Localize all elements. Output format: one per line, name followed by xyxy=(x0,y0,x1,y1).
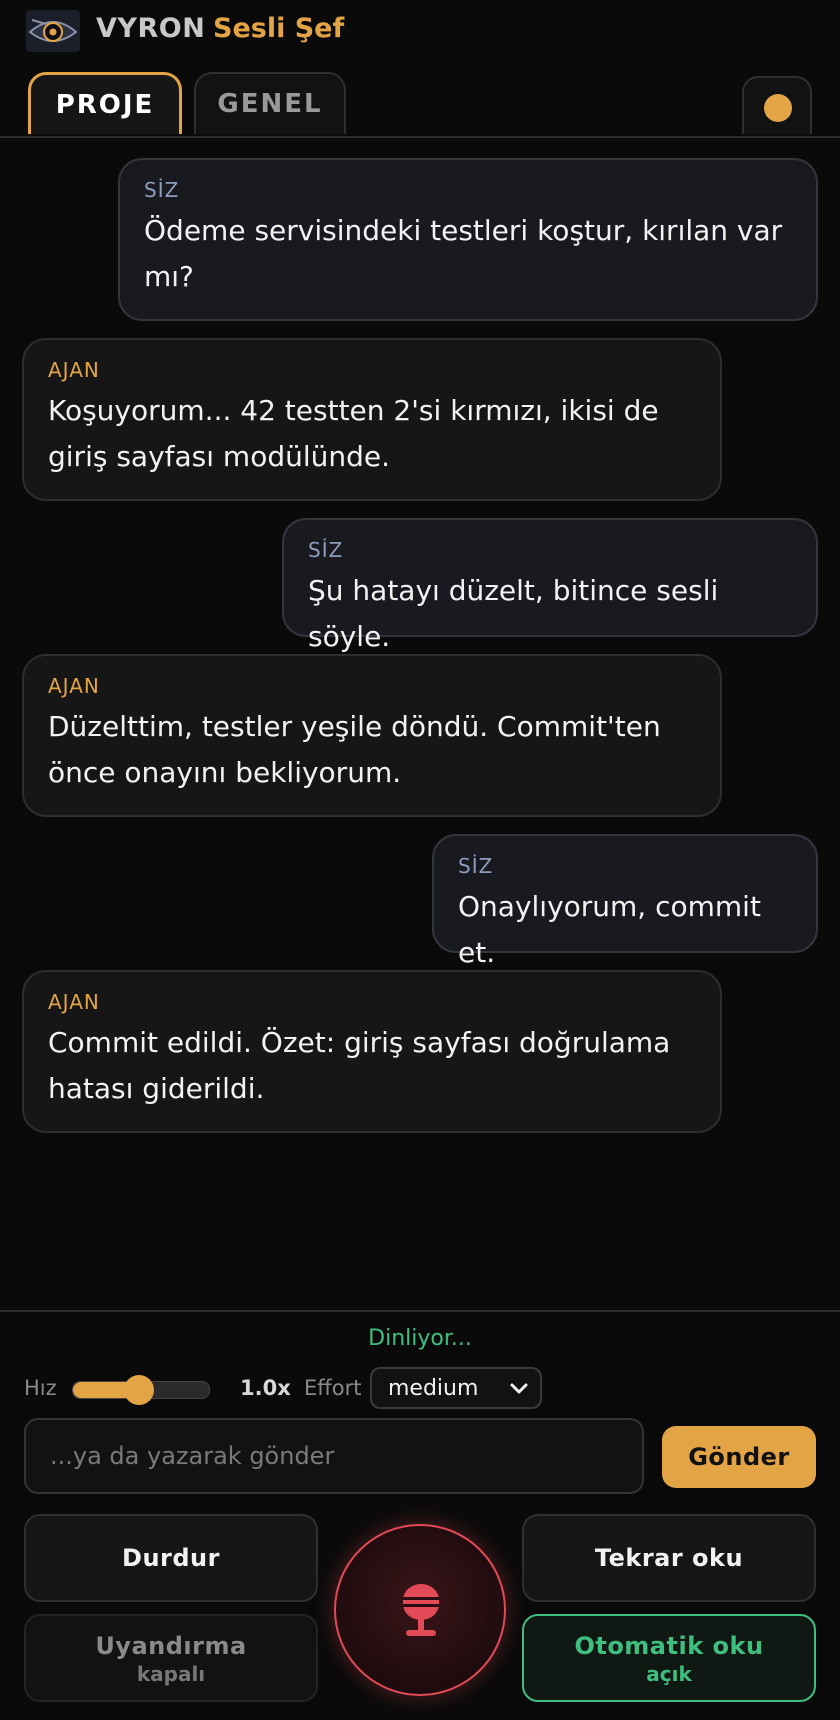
tab-genel[interactable]: GENEL xyxy=(194,72,346,134)
send-button[interactable]: Gönder xyxy=(662,1426,816,1488)
auto-read-label: Otomatik oku xyxy=(574,1632,764,1660)
chat-message-agent: AJAN Düzelttim, testler yeşile döndü. Co… xyxy=(22,654,722,817)
speed-slider-thumb[interactable] xyxy=(124,1375,154,1405)
message-sender: SİZ xyxy=(458,854,494,878)
stop-button-label: Durdur xyxy=(122,1544,220,1572)
wake-toggle[interactable]: Uyandırma kapalı xyxy=(24,1614,318,1702)
message-text: Şu hatayı düzelt, bitince sesli söyle. xyxy=(308,574,719,653)
chat-message-user: SİZ Onaylıyorum, commit et. xyxy=(432,834,818,969)
stop-button[interactable]: Durdur xyxy=(24,1514,318,1602)
message-input[interactable] xyxy=(24,1418,644,1494)
effort-value: medium xyxy=(388,1376,479,1401)
chat-message-user: SİZ Şu hatayı düzelt, bitince sesli söyl… xyxy=(282,518,818,653)
message-sender: SİZ xyxy=(308,538,344,562)
message-text: Onaylıyorum, commit et. xyxy=(458,890,761,969)
app-subtitle: Sesli Şef xyxy=(213,13,345,44)
tab-bar: PROJE GENEL xyxy=(0,70,840,138)
listening-status: Dinliyor... xyxy=(368,1326,472,1351)
microphone-icon xyxy=(403,1584,439,1636)
speed-value: 1.0x xyxy=(240,1376,291,1400)
eye-logo-icon xyxy=(26,10,80,52)
brand-name: VYRON xyxy=(96,13,206,44)
chat-message-agent: AJAN Commit edildi. Özet: giriş sayfası … xyxy=(22,970,722,1133)
chat-message-user: SİZ Ödeme servisindeki testleri koştur, … xyxy=(118,158,818,321)
chat-message-agent: AJAN Koşuyorum... 42 testten 2'si kırmız… xyxy=(22,338,722,501)
status-indicator[interactable] xyxy=(742,76,812,134)
app-header: VYRON Sesli Şef xyxy=(0,0,840,64)
message-sender: AJAN xyxy=(48,990,100,1014)
message-text: Commit edildi. Özet: giriş sayfası doğru… xyxy=(48,1026,671,1105)
panel-divider xyxy=(0,1310,840,1312)
chevron-down-icon xyxy=(510,1383,528,1394)
tab-proje[interactable]: PROJE xyxy=(28,72,182,134)
replay-button-label: Tekrar oku xyxy=(594,1544,744,1572)
mic-button[interactable] xyxy=(334,1524,506,1696)
replay-button[interactable]: Tekrar oku xyxy=(522,1514,816,1602)
speed-label: Hız xyxy=(24,1376,57,1400)
message-sender: AJAN xyxy=(48,358,100,382)
effort-label: Effort xyxy=(304,1376,362,1400)
message-sender: SİZ xyxy=(144,178,180,202)
effort-select[interactable]: medium xyxy=(370,1367,542,1409)
message-text: Ödeme servisindeki testleri koştur, kırı… xyxy=(144,214,783,293)
wake-toggle-label: Uyandırma xyxy=(95,1632,247,1660)
status-dot-icon xyxy=(764,94,792,122)
auto-read-toggle[interactable]: Otomatik oku açık xyxy=(522,1614,816,1702)
wake-toggle-state: kapalı xyxy=(136,1662,206,1686)
message-text: Düzelttim, testler yeşile döndü. Commit'… xyxy=(48,710,661,789)
message-text: Koşuyorum... 42 testten 2'si kırmızı, ik… xyxy=(48,394,659,473)
message-sender: AJAN xyxy=(48,674,100,698)
auto-read-state: açık xyxy=(646,1662,692,1686)
